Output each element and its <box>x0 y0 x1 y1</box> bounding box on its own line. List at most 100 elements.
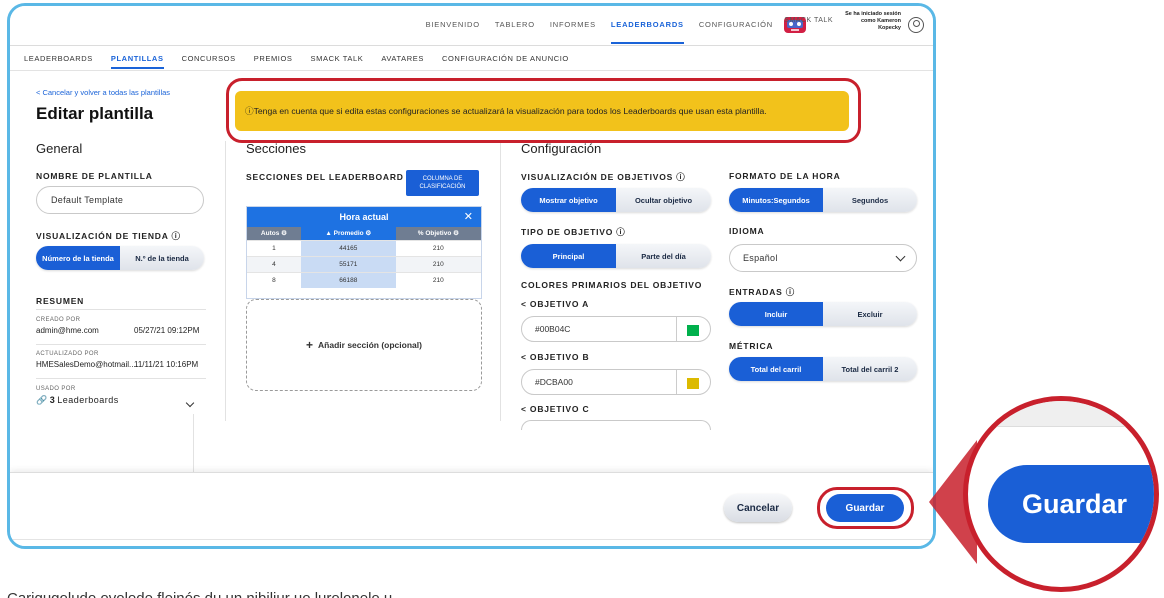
time-format-label: FORMATO DE LA HORA <box>729 171 841 181</box>
created-by-label: CREADO POR <box>36 317 81 323</box>
metric-label: MÉTRICA <box>729 341 774 351</box>
store-display-label: VISUALIZACIÓN DE TIENDA ⓘ <box>36 231 181 241</box>
lane-total-option[interactable]: Total del carril <box>729 357 823 381</box>
table-row: 4 55171 210 <box>247 255 481 272</box>
zoomed-save-button[interactable]: Guardar <box>988 465 1154 543</box>
cancel-button[interactable]: Cancelar <box>724 494 792 522</box>
goal-type-toggle: Principal Parte del día <box>521 244 711 268</box>
cell: 210 <box>395 271 481 288</box>
used-by-text: Leaderboards <box>57 395 119 405</box>
user-avatar-icon[interactable] <box>908 17 924 33</box>
exclude-option[interactable]: Excluir <box>823 302 917 326</box>
nav-configuracion[interactable]: CONFIGURACIÓN <box>699 20 773 44</box>
goal-b-value: #DCBA00 <box>535 377 573 387</box>
principal-option[interactable]: Principal <box>521 244 616 268</box>
app-window: BIENVENIDO TABLERO INFORMES LEADERBOARDS… <box>7 3 936 549</box>
sub-nav: LEADERBOARDS PLANTILLAS CONCURSOS PREMIO… <box>10 47 933 71</box>
used-by-count: 3 <box>49 395 55 405</box>
lane-total-2-option[interactable]: Total del carril 2 <box>823 357 917 381</box>
cell: 4 <box>247 255 301 272</box>
save-button[interactable]: Guardar <box>826 494 904 522</box>
sections-heading: Secciones <box>246 141 306 156</box>
entries-toggle: Incluir Excluir <box>729 302 917 326</box>
column-promedio[interactable]: ▲ Promedio ⚙ <box>300 227 396 240</box>
store-no-option[interactable]: N.º de la tienda <box>120 246 204 270</box>
subnav-premios[interactable]: PREMIOS <box>254 54 293 63</box>
smack-talk-label[interactable]: SMACK TALK <box>784 16 833 25</box>
chevron-down-icon[interactable] <box>185 398 195 408</box>
table-row: 1 44165 210 <box>247 239 481 256</box>
ranking-column-button[interactable]: COLUMNA DE CLASIFICACIÓN <box>406 170 479 196</box>
divider <box>36 309 206 310</box>
goal-b-color-input[interactable]: #DCBA00 <box>521 369 711 395</box>
add-section-button[interactable]: + Añadir sección (opcional) <box>246 299 482 391</box>
divider <box>10 539 933 540</box>
goals-display-toggle: Mostrar objetivo Ocultar objetivo <box>521 188 711 212</box>
min-sec-option[interactable]: Minutos:Segundos <box>729 188 823 212</box>
column-autos[interactable]: Autos ⚙ <box>247 227 301 240</box>
nav-tablero[interactable]: TABLERO <box>495 20 535 44</box>
goal-colors-label: COLORES PRIMARIOS DEL OBJETIVO <box>521 280 703 290</box>
goal-a-swatch[interactable] <box>687 325 699 336</box>
subnav-configuracion-anuncio[interactable]: CONFIGURACIÓN DE ANUNCIO <box>442 54 569 63</box>
cell: 55171 <box>300 255 396 272</box>
store-display-toggle: Número de la tienda N.º de la tienda <box>36 246 204 270</box>
column-divider <box>500 141 501 421</box>
close-icon[interactable]: ✕ <box>464 210 473 223</box>
goal-c-color-input[interactable] <box>521 420 711 430</box>
login-status: Se ha iniciado sesión como Kameron Kopec… <box>845 11 901 31</box>
subnav-plantillas[interactable]: PLANTILLAS <box>110 48 164 69</box>
summary-heading: RESUMEN <box>36 296 85 306</box>
sections-label: SECCIONES DEL LEADERBOARD ⓘ <box>246 172 417 182</box>
show-goal-option[interactable]: Mostrar objetivo <box>521 188 616 212</box>
used-by-label: USADO POR <box>36 386 76 392</box>
entries-label: ENTRADAS ⓘ <box>729 287 796 297</box>
top-nav: BIENVENIDO TABLERO INFORMES LEADERBOARDS… <box>426 20 773 44</box>
cell: 210 <box>395 239 481 256</box>
divider <box>36 344 206 345</box>
used-by-value: 🔗 3 Leaderboards <box>36 395 119 406</box>
column-objetivo[interactable]: % Objetivo ⚙ <box>395 227 481 240</box>
footer-bar <box>10 472 933 546</box>
plus-icon: + <box>306 338 314 352</box>
subnav-avatares[interactable]: AVATARES <box>381 54 424 63</box>
language-label: IDIOMA <box>729 226 765 236</box>
section-header: Hora actual ✕ <box>247 207 481 227</box>
back-link[interactable]: < Cancelar y volver a todas las plantill… <box>36 88 170 97</box>
goal-a-value: #00B04C <box>535 324 571 334</box>
template-name-input[interactable]: Default Template <box>36 186 204 214</box>
nav-informes[interactable]: INFORMES <box>550 20 596 44</box>
zoom-callout: Guardar <box>963 396 1159 592</box>
nav-bienvenido[interactable]: BIENVENIDO <box>426 20 480 44</box>
include-option[interactable]: Incluir <box>729 302 823 326</box>
goals-display-label: VISUALIZACIÓN DE OBJETIVOS ⓘ <box>521 172 686 182</box>
time-format-toggle: Minutos:Segundos Segundos <box>729 188 917 212</box>
subnav-leaderboards[interactable]: LEADERBOARDS <box>24 54 93 63</box>
nav-leaderboards[interactable]: LEADERBOARDS <box>610 20 684 44</box>
cell: 44165 <box>300 239 396 256</box>
seconds-option[interactable]: Segundos <box>823 188 917 212</box>
column-divider <box>225 141 226 421</box>
goal-c-label: < OBJETIVO C <box>521 404 590 414</box>
chevron-down-icon <box>895 251 906 262</box>
divider <box>36 378 206 379</box>
config-heading: Configuración <box>521 141 602 156</box>
column-divider <box>193 414 194 472</box>
updated-by-label: ACTUALIZADO POR <box>36 351 99 357</box>
link-icon: 🔗 <box>36 395 48 405</box>
template-name-label: NOMBRE DE PLANTILLA <box>36 171 153 181</box>
store-number-option[interactable]: Número de la tienda <box>36 246 120 270</box>
goal-a-color-input[interactable]: #00B04C <box>521 316 711 342</box>
subnav-smack-talk[interactable]: SMACK TALK <box>311 54 364 63</box>
goal-b-swatch[interactable] <box>687 378 699 389</box>
leaderboard-section-card: Hora actual ✕ Autos ⚙ ▲ Promedio ⚙ % Obj… <box>246 206 482 299</box>
hide-goal-option[interactable]: Ocultar objetivo <box>616 188 711 212</box>
top-bar: BIENVENIDO TABLERO INFORMES LEADERBOARDS… <box>10 6 933 46</box>
table-row: 8 66188 210 <box>247 271 481 288</box>
daypart-option[interactable]: Parte del día <box>616 244 711 268</box>
section-title: Hora actual <box>339 212 389 222</box>
subnav-concursos[interactable]: CONCURSOS <box>182 54 236 63</box>
goal-type-label: TIPO DE OBJETIVO ⓘ <box>521 227 626 237</box>
language-select[interactable]: Español <box>729 244 917 272</box>
general-heading: General <box>36 141 83 156</box>
